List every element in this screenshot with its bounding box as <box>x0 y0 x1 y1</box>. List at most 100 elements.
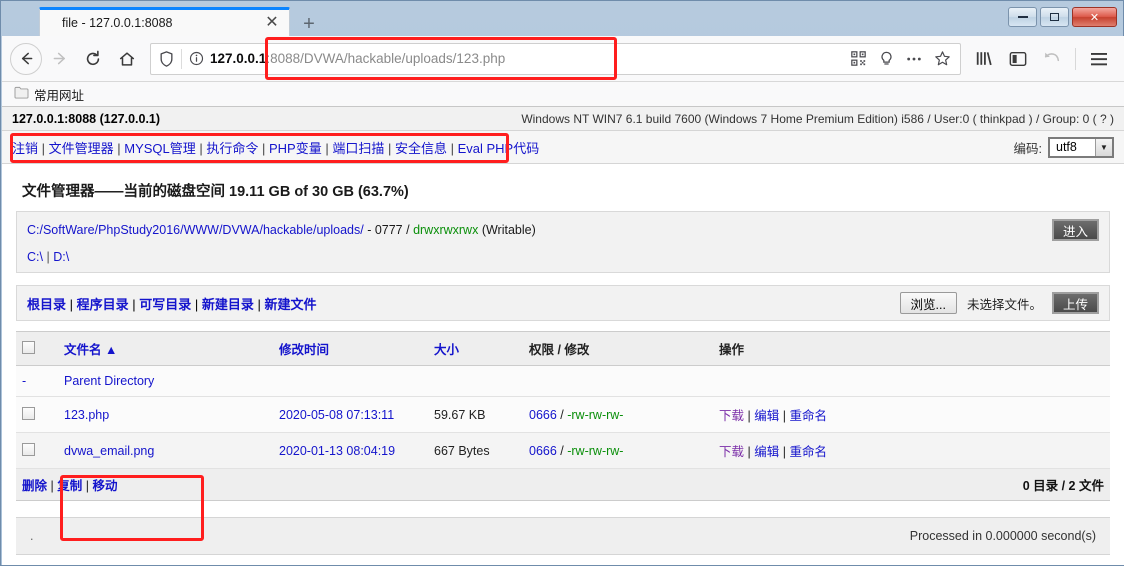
current-path-link[interactable]: C:/SoftWare/PhpStudy2016/WWW/DVWA/hackab… <box>27 223 364 237</box>
upload-button[interactable]: 上传 <box>1052 292 1099 314</box>
lightbulb-icon[interactable] <box>872 45 900 73</box>
row-checkbox[interactable] <box>22 407 35 420</box>
library-icon[interactable] <box>967 42 1001 76</box>
row-perm-octal[interactable]: 0666 <box>529 444 557 458</box>
shield-icon[interactable] <box>151 51 181 67</box>
shell-top-info: 127.0.0.1:8088 (127.0.0.1) Windows NT WI… <box>2 107 1124 131</box>
select-all-checkbox[interactable] <box>22 341 35 354</box>
action-rename[interactable]: 重命名 <box>789 409 827 423</box>
info-circle-icon[interactable] <box>182 51 210 66</box>
tab-title: file - 127.0.0.1:8088 <box>40 16 259 30</box>
menu-item-eval-php[interactable]: Eval PHP代码 <box>458 141 540 156</box>
home-icon[interactable] <box>110 42 144 76</box>
drive-c[interactable]: C:\ <box>27 250 43 264</box>
menu-sep: | <box>322 141 333 156</box>
new-tab-button[interactable]: + <box>297 12 321 36</box>
link-new-file[interactable]: 新建文件 <box>265 297 317 312</box>
menu-item-security-info[interactable]: 安全信息 <box>395 141 447 156</box>
menu-sep: | <box>447 141 458 156</box>
encoding-select[interactable]: utf8 ▼ <box>1048 137 1114 158</box>
header-mtime[interactable]: 修改时间 <box>273 332 428 366</box>
header-actions-label: 操作 <box>719 343 744 357</box>
action-download[interactable]: 下载 <box>719 445 744 459</box>
row-checkbox[interactable] <box>22 443 35 456</box>
enter-button[interactable]: 进入 <box>1052 219 1099 241</box>
dir-sep: | <box>66 297 77 312</box>
file-link-dvwa-email-png[interactable]: dvwa_email.png <box>64 444 154 458</box>
link-root-dir[interactable]: 根目录 <box>27 297 66 312</box>
action-sep: | <box>744 445 754 459</box>
bulk-move[interactable]: 移动 <box>92 479 117 493</box>
table-row[interactable]: dvwa_email.png 2020-01-13 08:04:19 667 B… <box>16 433 1110 469</box>
browser-tab[interactable]: file - 127.0.0.1:8088 ✕ <box>39 7 290 36</box>
encoding-value: utf8 <box>1050 139 1095 156</box>
current-path-line: C:/SoftWare/PhpStudy2016/WWW/DVWA/hackab… <box>27 223 536 237</box>
star-bookmark-icon[interactable] <box>928 45 956 73</box>
action-sep: | <box>779 409 789 423</box>
page-actions-icon[interactable] <box>900 45 928 73</box>
parent-directory-row[interactable]: - Parent Directory <box>16 366 1110 397</box>
header-permissions-label: 权限 / 修改 <box>529 343 589 357</box>
window-controls: ✕ <box>1008 7 1117 27</box>
row-mtime: 2020-05-08 07:13:11 <box>273 397 428 433</box>
browser-window: file - 127.0.0.1:8088 ✕ + ✕ <box>0 0 1124 566</box>
table-row[interactable]: 123.php 2020-05-08 07:13:11 59.67 KB 066… <box>16 397 1110 433</box>
drive-sep: | <box>43 250 53 264</box>
close-button[interactable]: ✕ <box>1072 7 1117 27</box>
header-permissions: 权限 / 修改 <box>523 332 713 366</box>
parent-directory-link[interactable]: Parent Directory <box>64 374 154 388</box>
path-octal: - 0777 / <box>364 223 413 237</box>
folder-icon <box>14 86 29 102</box>
menu-item-logout[interactable]: 注销 <box>12 141 38 156</box>
bulk-delete[interactable]: 删除 <box>22 479 47 493</box>
menu-item-file-manager[interactable]: 文件管理器 <box>49 141 114 156</box>
hamburger-menu-icon[interactable] <box>1082 42 1116 76</box>
action-sep: | <box>744 409 754 423</box>
address-bar[interactable]: 127.0.0.1:8088/DVWA/hackable/uploads/123… <box>150 43 961 75</box>
chevron-down-icon[interactable]: ▼ <box>1095 139 1112 156</box>
toolbar-end-icons <box>967 42 1116 76</box>
link-new-dir[interactable]: 新建目录 <box>202 297 254 312</box>
menu-item-mysql[interactable]: MYSQL管理 <box>124 141 196 156</box>
file-table-body: - Parent Directory 123.php 2020-05-08 07… <box>16 366 1110 469</box>
drive-d[interactable]: D:\ <box>53 250 69 264</box>
action-rename[interactable]: 重命名 <box>789 445 827 459</box>
page-footer: . Processed in 0.000000 second(s) <box>16 517 1110 555</box>
upload-group: 浏览... 未选择文件。 上传 <box>900 292 1099 314</box>
drive-list: C:\ | D:\ <box>17 244 1109 272</box>
link-writable-dir[interactable]: 可写目录 <box>139 297 191 312</box>
browse-file-button[interactable]: 浏览... <box>900 292 957 314</box>
action-edit[interactable]: 编辑 <box>754 409 779 423</box>
ops-sep: | <box>82 479 92 493</box>
bulk-copy[interactable]: 复制 <box>57 479 82 493</box>
menu-item-php-vars[interactable]: PHP变量 <box>269 141 322 156</box>
row-size-label: 667 Bytes <box>434 444 490 458</box>
file-table-footer: 删除 | 复制 | 移动 0 目录 / 2 文件 <box>16 469 1110 501</box>
row-perm-octal[interactable]: 0666 <box>529 408 557 422</box>
forward-arrow-icon <box>42 42 76 76</box>
link-program-dir[interactable]: 程序目录 <box>77 297 129 312</box>
restore-button[interactable] <box>1040 7 1069 27</box>
path-writable: (Writable) <box>478 223 535 237</box>
undo-arrow-icon <box>1035 42 1069 76</box>
header-filename[interactable]: 文件名 ▲ <box>58 332 273 366</box>
path-permissions: drwxrwxrwx <box>413 223 478 237</box>
qr-code-icon[interactable] <box>844 45 872 73</box>
sidebar-icon[interactable] <box>1001 42 1035 76</box>
action-edit[interactable]: 编辑 <box>754 445 779 459</box>
minimize-button[interactable] <box>1008 7 1037 27</box>
bookmark-item[interactable]: 常用网址 <box>10 85 88 104</box>
tab-close-icon[interactable]: ✕ <box>259 11 285 35</box>
menu-sep: | <box>258 141 269 156</box>
bookmarks-bar: 常用网址 <box>2 82 1124 107</box>
header-size[interactable]: 大小 <box>428 332 523 366</box>
reload-icon[interactable] <box>76 42 110 76</box>
back-arrow-icon[interactable] <box>10 43 42 75</box>
row-checkbox-cell <box>16 433 58 469</box>
menu-item-exec-command[interactable]: 执行命令 <box>206 141 258 156</box>
menu-item-port-scan[interactable]: 端口扫描 <box>332 141 384 156</box>
action-download[interactable]: 下载 <box>719 409 744 423</box>
row-actions: 下载 | 编辑 | 重命名 <box>713 397 1110 433</box>
file-link-123php[interactable]: 123.php <box>64 408 109 422</box>
row-permissions: 0666 / -rw-rw-rw- <box>523 397 713 433</box>
